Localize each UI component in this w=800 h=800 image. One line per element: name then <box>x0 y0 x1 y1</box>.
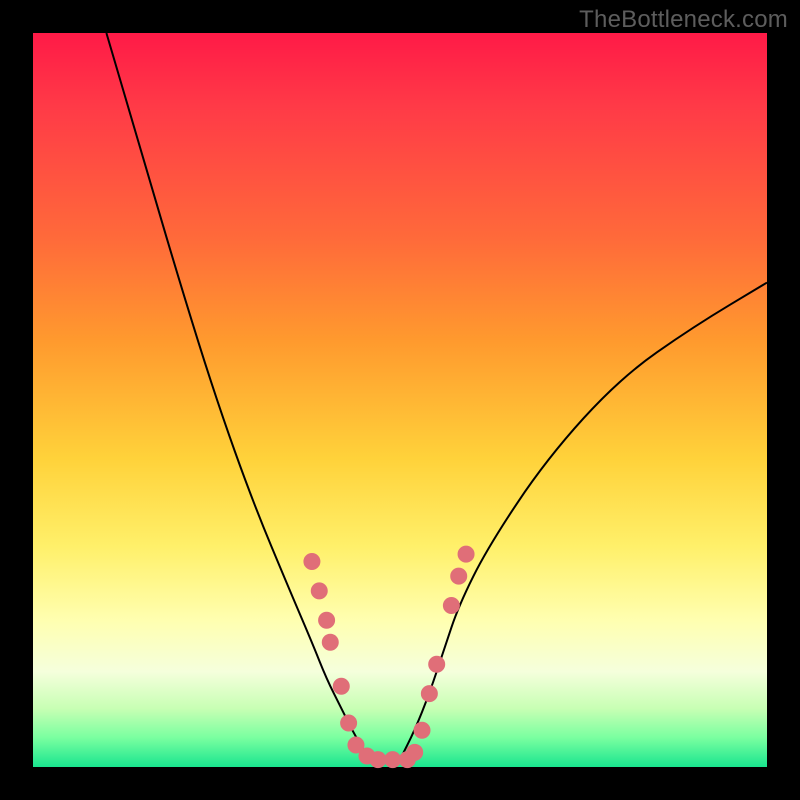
marker-dot <box>311 583 327 599</box>
marker-dot <box>385 752 401 768</box>
curve-layer <box>33 33 767 767</box>
marker-dot <box>414 722 430 738</box>
watermark-text: TheBottleneck.com <box>579 6 788 34</box>
marker-dot <box>341 715 357 731</box>
marker-dot <box>429 656 445 672</box>
marker-dot <box>407 744 423 760</box>
marker-dot <box>370 752 386 768</box>
plot-area <box>33 33 767 767</box>
marker-dot <box>333 678 349 694</box>
marker-dot <box>319 612 335 628</box>
marker-dot <box>458 546 474 562</box>
right-curve <box>400 283 767 760</box>
marker-dot <box>322 634 338 650</box>
marker-dot <box>443 598 459 614</box>
marker-dot <box>421 686 437 702</box>
chart-stage: TheBottleneck.com <box>0 0 800 800</box>
marker-dot <box>304 553 320 569</box>
marker-dot <box>451 568 467 584</box>
marker-group <box>304 546 474 768</box>
